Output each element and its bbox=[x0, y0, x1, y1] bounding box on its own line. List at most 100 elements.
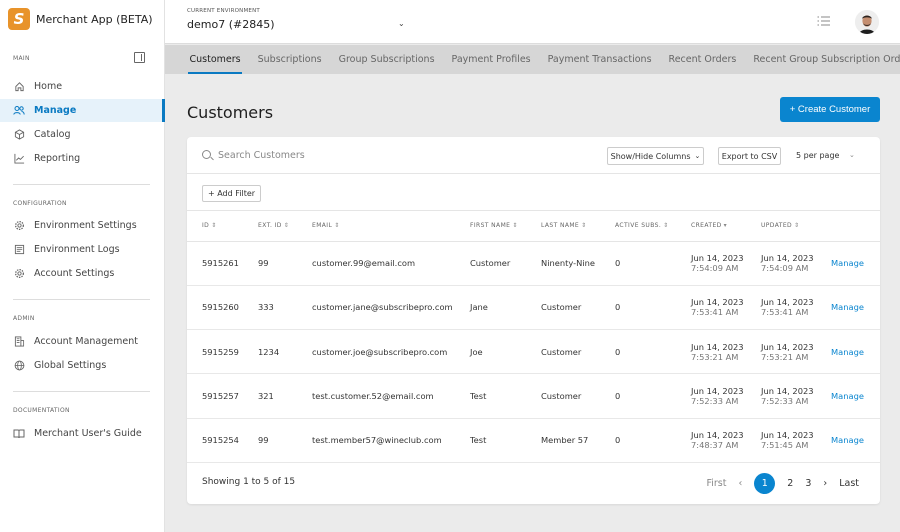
manage-link[interactable]: Manage bbox=[831, 391, 864, 401]
section-label-admin: ADMIN bbox=[13, 315, 35, 322]
table-footer: Showing 1 to 5 of 15 First ‹ 1 2 3 › Las… bbox=[187, 462, 880, 504]
show-hide-columns-label: Show/Hide Columns bbox=[610, 151, 691, 161]
chevron-down-icon[interactable]: ⌄ bbox=[849, 151, 855, 159]
cell-last-name: Customer bbox=[541, 373, 615, 419]
app-logo-icon: S bbox=[8, 8, 30, 30]
cell-actions: Manage bbox=[831, 329, 880, 375]
cell-id: 5915261 bbox=[187, 241, 258, 286]
filter-bar: + Add Filter bbox=[187, 174, 880, 211]
cell-created-time: 7:53:21 AM bbox=[691, 351, 739, 362]
sort-icon: ⇕ bbox=[663, 222, 669, 230]
column-header-email[interactable]: EMAIL ⇕ bbox=[312, 211, 470, 242]
cell-active-subs: 0 bbox=[615, 373, 691, 419]
column-header-created[interactable]: CREATED ▾ bbox=[691, 211, 761, 242]
sort-icon: ⇕ bbox=[283, 222, 290, 230]
sidebar-item-environment-logs[interactable]: Environment Logs bbox=[0, 238, 164, 261]
manage-link[interactable]: Manage bbox=[831, 347, 864, 357]
column-header-ext-id[interactable]: EXT. ID ⇕ bbox=[258, 211, 312, 242]
search-icon bbox=[202, 150, 211, 159]
cell-email: customer.jane@subscribepro.com bbox=[312, 285, 470, 331]
users-icon bbox=[13, 105, 25, 117]
pagination-last[interactable]: Last bbox=[839, 478, 859, 489]
cell-ext-id: 321 bbox=[258, 373, 312, 419]
manage-link[interactable]: Manage bbox=[831, 258, 864, 268]
brand[interactable]: S Merchant App (BETA) bbox=[8, 8, 153, 30]
column-header-id[interactable]: ID ⇕ bbox=[187, 211, 258, 242]
chevron-left-icon[interactable]: ‹ bbox=[738, 478, 742, 489]
cell-updated-time: 7:53:21 AM bbox=[761, 351, 809, 362]
tab-recent-orders[interactable]: Recent Orders bbox=[660, 45, 745, 74]
environment-select[interactable]: demo7 (#2845) bbox=[187, 18, 274, 31]
user-avatar[interactable] bbox=[855, 10, 879, 34]
cell-first-name: Test bbox=[470, 373, 541, 419]
sidebar-item-environment-settings[interactable]: Environment Settings bbox=[0, 214, 164, 237]
table-row: 5915259 1234 customer.joe@subscribepro.com… bbox=[187, 329, 880, 375]
collapse-sidebar-icon[interactable] bbox=[134, 52, 145, 63]
cell-created-date: Jun 14, 2023 bbox=[691, 297, 744, 308]
cell-created-date: Jun 14, 2023 bbox=[691, 430, 744, 441]
tab-group-subscriptions[interactable]: Group Subscriptions bbox=[330, 45, 443, 74]
cell-created-time: 7:52:33 AM bbox=[691, 396, 739, 407]
globe-icon bbox=[13, 360, 25, 372]
cell-first-name: Customer bbox=[470, 241, 541, 286]
cell-created-date: Jun 14, 2023 bbox=[691, 386, 744, 397]
sort-icon: ⇕ bbox=[334, 222, 340, 230]
add-filter-button[interactable]: + Add Filter bbox=[202, 185, 261, 202]
column-header-first-name[interactable]: FIRST NAME ⇕ bbox=[470, 211, 541, 242]
chevron-right-icon[interactable]: › bbox=[823, 478, 827, 489]
sidebar-item-home[interactable]: Home bbox=[0, 75, 164, 98]
tab-payment-profiles[interactable]: Payment Profiles bbox=[443, 45, 539, 74]
tab-subscriptions[interactable]: Subscriptions bbox=[249, 45, 330, 74]
sidebar-item-catalog[interactable]: Catalog bbox=[0, 123, 164, 146]
pagination-page-2[interactable]: 2 bbox=[787, 478, 793, 489]
sidebar-item-account-settings[interactable]: Account Settings bbox=[0, 262, 164, 285]
table-toolbar: Show/Hide Columns ⌄ Export to CSV 5 per … bbox=[187, 137, 880, 174]
sidebar-item-label: Catalog bbox=[34, 129, 71, 140]
environment-label: CURRENT ENVIRONMENT bbox=[187, 8, 260, 14]
manage-link[interactable]: Manage bbox=[831, 302, 864, 312]
cell-last-name: Customer bbox=[541, 285, 615, 331]
cell-ext-id: 99 bbox=[258, 241, 312, 286]
cell-active-subs: 0 bbox=[615, 285, 691, 331]
show-hide-columns-button[interactable]: Show/Hide Columns ⌄ bbox=[607, 147, 704, 165]
table-row: 5915261 99 customer.99@email.com Customer Ni… bbox=[187, 241, 880, 286]
column-header-last-name[interactable]: LAST NAME ⇕ bbox=[541, 211, 615, 242]
sidebar: S Merchant App (BETA) MAIN Home Manage C… bbox=[0, 0, 165, 532]
cell-active-subs: 0 bbox=[615, 329, 691, 375]
cell-updated: Jun 14, 2023 7:53:41 AM bbox=[761, 285, 831, 331]
sidebar-item-reporting[interactable]: Reporting bbox=[0, 147, 164, 170]
tab-payment-transactions[interactable]: Payment Transactions bbox=[539, 45, 660, 74]
cell-updated-date: Jun 14, 2023 bbox=[761, 341, 814, 352]
sidebar-item-manage[interactable]: Manage bbox=[0, 99, 165, 122]
column-header-active-subs[interactable]: ACTIVE SUBS. ⇕ bbox=[615, 211, 691, 242]
cell-created: Jun 14, 2023 7:48:37 AM bbox=[691, 418, 761, 463]
cell-email: customer.99@email.com bbox=[312, 241, 470, 286]
cell-actions: Manage bbox=[831, 418, 880, 463]
pagination-page-1[interactable]: 1 bbox=[754, 472, 776, 494]
cell-updated-date: Jun 14, 2023 bbox=[761, 386, 814, 397]
pagination-page-3[interactable]: 3 bbox=[805, 478, 811, 489]
create-customer-button[interactable]: + Create Customer bbox=[780, 97, 880, 122]
tab-customers[interactable]: Customers bbox=[181, 45, 249, 74]
cell-actions: Manage bbox=[831, 373, 880, 419]
tab-recent-group-subscription-orders[interactable]: Recent Group Subscription Orders bbox=[745, 45, 900, 74]
cell-email: customer.joe@subscribepro.com bbox=[312, 329, 470, 375]
section-label-documentation: DOCUMENTATION bbox=[13, 407, 70, 414]
manage-link[interactable]: Manage bbox=[831, 435, 864, 445]
cell-active-subs: 0 bbox=[615, 418, 691, 463]
cell-created-date: Jun 14, 2023 bbox=[691, 341, 744, 352]
sidebar-item-global-settings[interactable]: Global Settings bbox=[0, 354, 164, 377]
sidebar-item-merchant-users-guide[interactable]: Merchant User's Guide bbox=[0, 422, 164, 445]
list-icon[interactable] bbox=[817, 15, 831, 27]
customers-card: Show/Hide Columns ⌄ Export to CSV 5 per … bbox=[187, 137, 880, 504]
sidebar-item-account-management[interactable]: Account Management bbox=[0, 330, 164, 353]
per-page-select[interactable]: 5 per page bbox=[796, 151, 839, 160]
sort-desc-icon: ▾ bbox=[723, 222, 728, 230]
sidebar-item-label: Merchant User's Guide bbox=[34, 428, 142, 439]
pagination-first[interactable]: First bbox=[706, 478, 726, 489]
search-input[interactable] bbox=[218, 147, 468, 164]
pagination-summary: Showing 1 to 5 of 15 bbox=[202, 477, 296, 487]
export-csv-button[interactable]: Export to CSV bbox=[718, 147, 781, 165]
column-header-updated[interactable]: UPDATED ⇕ bbox=[761, 211, 831, 242]
chevron-down-icon[interactable]: ⌄ bbox=[398, 19, 405, 28]
